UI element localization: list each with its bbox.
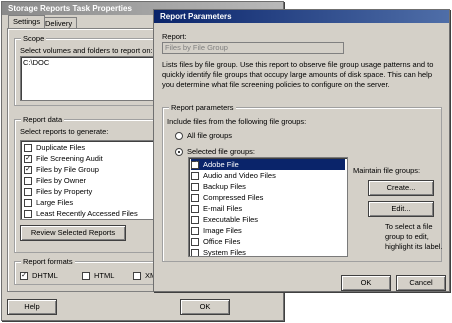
file-group-checkbox[interactable] xyxy=(191,216,199,225)
file-group-item[interactable]: Compressed Files xyxy=(191,192,345,203)
file-group-checkbox[interactable] xyxy=(191,238,199,247)
file-group-checkbox[interactable] xyxy=(191,249,199,256)
file-group-label: Backup Files xyxy=(203,182,246,191)
include-label: Include files from the following file gr… xyxy=(167,117,307,126)
file-group-item[interactable]: ✓ Adobe File xyxy=(191,159,345,170)
radio-selected-label: Selected file groups: xyxy=(187,147,255,156)
create-button[interactable]: Create... xyxy=(368,180,434,196)
file-group-checkbox[interactable] xyxy=(191,172,199,181)
file-group-checkbox[interactable] xyxy=(191,183,199,192)
file-group-checkbox[interactable] xyxy=(191,227,199,236)
file-group-list[interactable]: ✓ Adobe File Audio and Video Files Backup… xyxy=(188,157,348,257)
maintain-file-groups-label: Maintain file groups: xyxy=(353,166,421,175)
edit-hint: To select a file group to edit, highligh… xyxy=(385,222,443,251)
format-checkbox[interactable] xyxy=(82,272,90,281)
file-group-checkbox[interactable] xyxy=(191,205,199,214)
report-parameters-label: Report parameters xyxy=(169,103,236,112)
file-group-label: Compressed Files xyxy=(203,193,264,202)
report-label: Duplicate Files xyxy=(36,143,86,152)
file-group-item[interactable]: Office Files xyxy=(191,236,345,247)
radio-all-button[interactable] xyxy=(175,132,183,141)
report-description: Lists files by file group. Use this repo… xyxy=(162,60,434,89)
radio-all-label: All file groups xyxy=(187,131,233,140)
back-ok-button[interactable]: OK xyxy=(180,299,230,315)
report-label: Files by File Group xyxy=(36,165,99,174)
file-group-label: Office Files xyxy=(203,237,241,246)
report-name-field: Files by File Group xyxy=(162,42,344,54)
report-parameters-group: Report parameters Include files from the… xyxy=(162,103,443,262)
tab-settings[interactable]: Settings xyxy=(8,15,46,28)
file-group-checkbox[interactable]: ✓ xyxy=(191,161,199,170)
file-group-item[interactable]: Image Files xyxy=(191,225,345,236)
file-group-item[interactable]: System Files xyxy=(191,247,345,257)
format-label: DHTML xyxy=(32,271,58,280)
format-checkbox[interactable] xyxy=(133,272,141,281)
format-dhtml[interactable]: ✓ DHTML xyxy=(20,270,58,281)
report-parameters-dialog: Report Parameters Report: Files by File … xyxy=(153,9,450,292)
cancel-button[interactable]: Cancel xyxy=(396,275,446,291)
report-checkbox[interactable] xyxy=(24,199,32,208)
dialog-title: Storage Reports Task Properties xyxy=(8,4,132,13)
report-parameters-title: Report Parameters xyxy=(160,12,232,21)
radio-selected-button[interactable] xyxy=(175,148,183,157)
file-group-label: Image Files xyxy=(203,226,242,235)
file-group-item[interactable]: Backup Files xyxy=(191,181,345,192)
tab-delivery-label: Delivery xyxy=(45,19,73,28)
report-name-value: Files by File Group xyxy=(165,43,228,52)
report-parameters-title-bar: Report Parameters xyxy=(154,10,449,23)
radio-selected-file-groups[interactable]: Selected file groups: xyxy=(175,146,255,157)
format-html[interactable]: HTML xyxy=(82,270,114,281)
edit-button[interactable]: Edit... xyxy=(368,201,434,217)
scope-group-label: Scope xyxy=(21,34,47,43)
report-label: Large Files xyxy=(36,198,74,207)
report-checkbox[interactable] xyxy=(24,144,32,153)
format-checkbox[interactable]: ✓ xyxy=(20,272,28,281)
file-group-item[interactable]: E-mail Files xyxy=(191,203,345,214)
file-group-item[interactable]: Audio and Video Files xyxy=(191,170,345,181)
report-checkbox[interactable] xyxy=(24,177,32,186)
file-group-label: System Files xyxy=(203,248,246,257)
report-label: File Screening Audit xyxy=(36,154,103,163)
file-group-checkbox[interactable] xyxy=(191,194,199,203)
report-checkbox[interactable]: ✓ xyxy=(24,155,32,164)
report-data-label: Report data xyxy=(21,115,65,124)
report-label: Report: xyxy=(162,32,187,41)
file-group-label: E-mail Files xyxy=(203,204,243,213)
report-checkbox[interactable] xyxy=(24,210,32,219)
report-formats-label: Report formats xyxy=(21,257,75,266)
file-group-label: Adobe File xyxy=(203,160,239,169)
help-button[interactable]: Help xyxy=(7,299,57,315)
report-label: Least Recently Accessed Files xyxy=(36,209,138,218)
tab-settings-label: Settings xyxy=(13,17,41,26)
reports-prompt: Select reports to generate: xyxy=(20,127,109,136)
file-group-label: Audio and Video Files xyxy=(203,171,276,180)
format-label: HTML xyxy=(94,271,115,280)
file-group-item[interactable]: Executable Files xyxy=(191,214,345,225)
report-label: Files by Property xyxy=(36,187,93,196)
file-group-label: Executable Files xyxy=(203,215,259,224)
scope-prompt: Select volumes and folders to report on: xyxy=(20,46,153,55)
review-selected-reports-button[interactable]: Review Selected Reports xyxy=(20,225,126,241)
radio-all-file-groups[interactable]: All file groups xyxy=(175,130,232,141)
report-checkbox[interactable]: ✓ xyxy=(24,166,32,175)
ok-button[interactable]: OK xyxy=(341,275,391,291)
report-checkbox[interactable] xyxy=(24,188,32,197)
report-label: Files by Owner xyxy=(36,176,87,185)
